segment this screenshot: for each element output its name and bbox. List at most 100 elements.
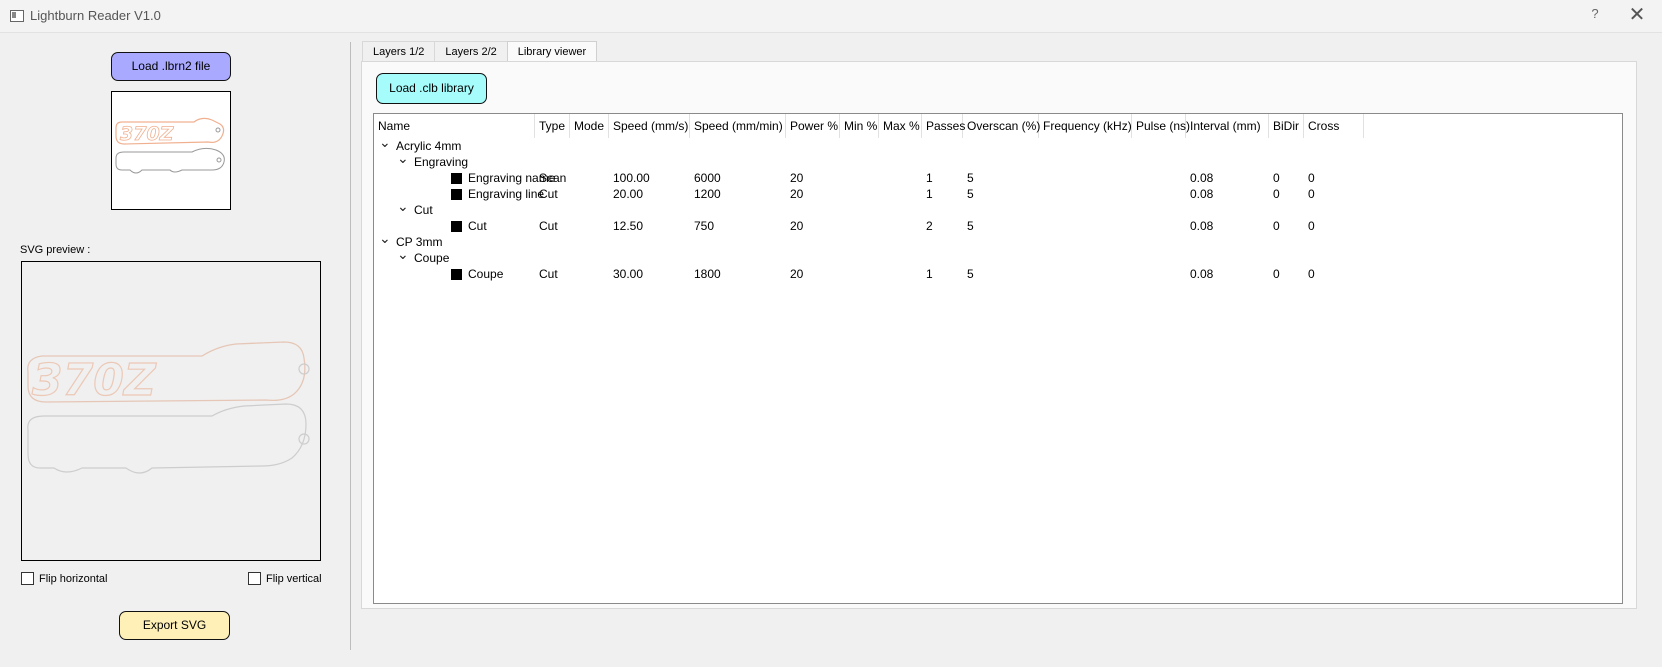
cell-overscan: 5 — [967, 171, 974, 185]
svg-preview-drawing: 370Z — [27, 341, 310, 474]
cell-passes: 1 — [926, 171, 933, 185]
tree-group[interactable]: ⌄ Cut — [374, 199, 1622, 219]
cell-cross: 0 — [1308, 187, 1315, 201]
tree-item[interactable]: Cut Cut 12.50 750 20 2 5 0.08 0 0 — [374, 218, 1622, 235]
tab-library-viewer[interactable]: Library viewer — [506, 41, 598, 63]
column-header[interactable]: Frequency (kHz) — [1039, 114, 1132, 138]
column-header[interactable]: Overscan (%) — [963, 114, 1040, 138]
svg-preview-canvas: 370Z — [21, 261, 321, 561]
flip-horizontal-label: Flip horizontal — [39, 572, 108, 585]
export-svg-button[interactable]: Export SVG — [119, 611, 230, 640]
column-header[interactable]: Speed (mm/min) — [690, 114, 786, 138]
chevron-down-icon[interactable]: ⌄ — [397, 151, 409, 165]
svg-text:370Z: 370Z — [32, 355, 157, 406]
cell-speed-mmmin: 6000 — [694, 171, 721, 185]
cell-overscan: 5 — [967, 219, 974, 233]
column-header[interactable]: Min % — [840, 114, 879, 138]
cell-speed-mms: 100.00 — [613, 171, 650, 185]
cell-interval: 0.08 — [1190, 267, 1214, 281]
svg-text:370Z: 370Z — [120, 123, 175, 145]
cell-speed-mms: 20.00 — [613, 187, 644, 201]
cell-type: Scan — [539, 171, 567, 185]
cell-interval: 0.08 — [1190, 171, 1214, 185]
cell-bidir: 0 — [1273, 171, 1280, 185]
cell-bidir: 0 — [1273, 267, 1280, 281]
cell-speed-mmmin: 1800 — [694, 267, 721, 281]
tab-bar: Layers 1/2 Layers 2/2 Library viewer — [362, 41, 598, 63]
column-header[interactable]: Type — [535, 114, 570, 138]
layer-color-swatch — [451, 173, 462, 184]
tree-group[interactable]: ⌄ Acrylic 4mm — [374, 135, 1622, 155]
chevron-down-icon[interactable]: ⌄ — [397, 247, 409, 261]
help-button[interactable]: ? — [1587, 6, 1603, 24]
item-name: Coupe — [414, 251, 450, 265]
cell-power: 20 — [790, 219, 804, 233]
tab-layers-2[interactable]: Layers 2/2 — [434, 41, 508, 62]
tab-layers-1[interactable]: Layers 1/2 — [362, 41, 436, 62]
cell-passes: 2 — [926, 219, 933, 233]
layer-color-swatch — [451, 269, 462, 280]
flip-horizontal-box[interactable] — [21, 572, 34, 585]
tree-header: Name Type Mode Speed (mm/s) Speed (mm/min) Po… — [374, 114, 1622, 138]
flip-vertical-label: Flip vertical — [266, 572, 322, 585]
column-header[interactable]: BiDir — [1269, 114, 1304, 138]
cell-interval: 0.08 — [1190, 219, 1214, 233]
item-name: Cut — [414, 203, 433, 217]
cell-type: Cut — [539, 187, 558, 201]
load-lbrn2-button[interactable]: Load .lbrn2 file — [111, 52, 231, 81]
cell-interval: 0.08 — [1190, 187, 1214, 201]
column-header[interactable]: Passes — [922, 114, 965, 138]
panel-splitter[interactable] — [350, 42, 351, 650]
layer-color-swatch — [451, 221, 462, 232]
item-name: Engraving line — [468, 187, 545, 201]
column-header[interactable]: Pulse (ns) — [1132, 114, 1190, 138]
flip-vertical-checkbox[interactable]: Flip vertical — [248, 572, 322, 585]
tree-item[interactable]: Engraving name Scan 100.00 6000 20 1 5 0.08 0 0 — [374, 170, 1622, 187]
tree-group[interactable]: ⌄ Coupe — [374, 247, 1622, 267]
tree-group[interactable]: ⌄ Engraving — [374, 151, 1622, 171]
column-header[interactable]: Interval (mm) — [1186, 114, 1269, 138]
title-bar: Lightburn Reader V1.0 ? ✕ — [0, 0, 1662, 33]
item-name: Coupe — [468, 267, 504, 281]
column-header[interactable]: Max % — [879, 114, 922, 138]
cell-cross: 0 — [1308, 267, 1315, 281]
cell-cross: 0 — [1308, 219, 1315, 233]
left-panel: Load .lbrn2 file 370Z SVG preview : 370Z — [0, 32, 345, 667]
column-header[interactable]: Cross — [1304, 114, 1364, 138]
app-icon — [10, 10, 24, 22]
library-tree[interactable]: Name Type Mode Speed (mm/s) Speed (mm/min) Po… — [373, 113, 1623, 604]
column-header[interactable]: Power % — [786, 114, 840, 138]
cell-speed-mms: 12.50 — [613, 219, 644, 233]
cell-power: 20 — [790, 171, 804, 185]
file-thumbnail: 370Z — [111, 91, 231, 210]
cell-power: 20 — [790, 187, 804, 201]
tree-item[interactable]: Engraving line Cut 20.00 1200 20 1 5 0.08 0 0 — [374, 186, 1622, 203]
cell-speed-mmmin: 750 — [694, 219, 715, 233]
cell-speed-mms: 30.00 — [613, 267, 644, 281]
flip-horizontal-checkbox[interactable]: Flip horizontal — [21, 572, 107, 585]
chevron-down-icon[interactable]: ⌄ — [379, 231, 391, 245]
column-header[interactable]: Mode — [570, 114, 609, 138]
cell-type: Cut — [539, 267, 558, 281]
cell-bidir: 0 — [1273, 219, 1280, 233]
column-header[interactable]: Name — [374, 114, 535, 138]
cell-type: Cut — [539, 219, 558, 233]
column-header[interactable]: Speed (mm/s) — [609, 114, 690, 138]
tree-group[interactable]: ⌄ CP 3mm — [374, 231, 1622, 251]
cell-passes: 1 — [926, 267, 933, 281]
layer-color-swatch — [451, 189, 462, 200]
svg-preview-label: SVG preview : — [20, 244, 91, 256]
library-viewer-panel: Load .clb library Name Type Mode Speed (mm/… — [361, 61, 1637, 609]
cell-bidir: 0 — [1273, 187, 1280, 201]
load-clb-library-button[interactable]: Load .clb library — [376, 73, 487, 104]
thumbnail-drawing: 370Z — [115, 117, 225, 174]
close-button[interactable]: ✕ — [1626, 3, 1648, 27]
cell-power: 20 — [790, 267, 804, 281]
cell-overscan: 5 — [967, 187, 974, 201]
chevron-down-icon[interactable]: ⌄ — [397, 199, 409, 213]
tree-item[interactable]: Coupe Cut 30.00 1800 20 1 5 0.08 0 0 — [374, 266, 1622, 283]
cell-speed-mmmin: 1200 — [694, 187, 721, 201]
chevron-down-icon[interactable]: ⌄ — [379, 135, 391, 149]
item-name: Cut — [468, 219, 487, 233]
flip-vertical-box[interactable] — [248, 572, 261, 585]
